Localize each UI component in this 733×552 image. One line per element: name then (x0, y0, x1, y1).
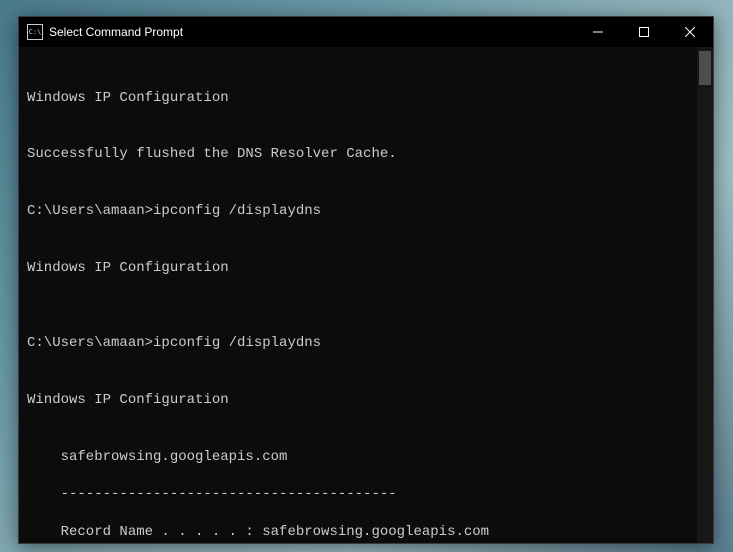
maximize-button[interactable] (621, 17, 667, 47)
output-line: safebrowsing.googleapis.com (27, 448, 713, 467)
output-line: Windows IP Configuration (27, 259, 713, 278)
minimize-button[interactable] (575, 17, 621, 47)
minimize-icon (593, 27, 603, 37)
maximize-icon (639, 27, 649, 37)
close-button[interactable] (667, 17, 713, 47)
cmd-icon: C:\ (27, 24, 43, 40)
output-line: Successfully flushed the DNS Resolver Ca… (27, 145, 713, 164)
output-line: Windows IP Configuration (27, 89, 713, 108)
output-line: Record Name . . . . . : safebrowsing.goo… (27, 523, 713, 542)
prompt-line: C:\Users\amaan>ipconfig /displaydns (27, 202, 713, 221)
output-line: ---------------------------------------- (27, 485, 713, 504)
command-prompt-window: C:\ Select Command Prompt Windows IP Con… (18, 16, 714, 544)
scrollbar[interactable] (697, 47, 713, 543)
titlebar[interactable]: C:\ Select Command Prompt (19, 17, 713, 47)
close-icon (685, 27, 695, 37)
output-line: Windows IP Configuration (27, 391, 713, 410)
window-controls (575, 17, 713, 47)
window-title: Select Command Prompt (49, 25, 575, 39)
prompt-line: C:\Users\amaan>ipconfig /displaydns (27, 334, 713, 353)
terminal-output[interactable]: Windows IP Configuration Successfully fl… (19, 47, 713, 543)
scroll-thumb[interactable] (699, 51, 711, 85)
